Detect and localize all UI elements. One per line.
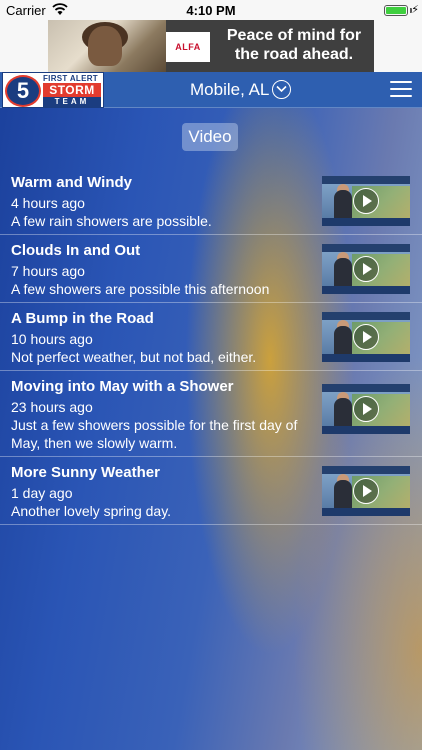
video-description: Just a few showers possible for the firs…: [11, 417, 298, 451]
video-title: Clouds In and Out: [11, 242, 141, 259]
charging-bolt-icon: ⚡: [411, 4, 419, 16]
play-icon[interactable]: [353, 256, 379, 282]
video-thumbnail[interactable]: [322, 312, 410, 362]
play-icon[interactable]: [353, 478, 379, 504]
station-logo[interactable]: 5 FIRST ALERT STORM TEAM: [2, 72, 104, 108]
logo-storm: STORM: [43, 83, 101, 97]
video-title: Warm and Windy: [11, 174, 132, 191]
video-list-item[interactable]: Warm and Windy 4 hours ago A few rain sh…: [0, 166, 422, 235]
video-title: Moving into May with a Shower: [11, 378, 234, 395]
ad-banner[interactable]: ALFA Peace of mind for the road ahead.: [48, 20, 374, 72]
status-bar: Carrier 4:10 PM ⚡: [0, 0, 422, 20]
location-label[interactable]: Mobile, AL: [190, 80, 269, 100]
play-icon[interactable]: [353, 396, 379, 422]
status-time: 4:10 PM: [186, 3, 236, 18]
video-age: 23 hours ago: [11, 399, 93, 415]
logo-team: TEAM: [43, 97, 101, 107]
ad-brand-logo: ALFA: [166, 32, 210, 62]
ad-tagline: Peace of mind for the road ahead.: [226, 27, 362, 63]
video-thumbnail[interactable]: [322, 176, 410, 226]
logo-number: 5: [5, 75, 41, 107]
play-icon[interactable]: [353, 188, 379, 214]
app-header: 5 FIRST ALERT STORM TEAM Mobile, AL: [0, 72, 422, 108]
hamburger-menu-icon[interactable]: [390, 81, 412, 99]
battery-icon: [384, 5, 408, 16]
video-title: A Bump in the Road: [11, 310, 154, 327]
video-age: 10 hours ago: [11, 331, 93, 347]
chevron-down-icon[interactable]: [272, 80, 291, 99]
video-description: A few rain showers are possible.: [11, 213, 212, 229]
video-description: Another lovely spring day.: [11, 503, 172, 519]
play-icon[interactable]: [353, 324, 379, 350]
video-list-item[interactable]: More Sunny Weather 1 day ago Another lov…: [0, 457, 422, 525]
section-tab-video[interactable]: Video: [182, 123, 238, 151]
ad-photo: [48, 20, 166, 72]
video-thumbnail[interactable]: [322, 466, 410, 516]
logo-first-alert: FIRST ALERT: [43, 74, 98, 83]
video-age: 4 hours ago: [11, 195, 85, 211]
video-list-item[interactable]: Moving into May with a Shower 23 hours a…: [0, 371, 422, 457]
video-thumbnail[interactable]: [322, 384, 410, 434]
video-title: More Sunny Weather: [11, 464, 160, 481]
video-list-item[interactable]: A Bump in the Road 10 hours ago Not perf…: [0, 303, 422, 371]
video-thumbnail[interactable]: [322, 244, 410, 294]
video-list-item[interactable]: Clouds In and Out 7 hours ago A few show…: [0, 235, 422, 303]
video-age: 7 hours ago: [11, 263, 85, 279]
video-description: A few showers are possible this afternoo…: [11, 281, 270, 297]
video-description: Not perfect weather, but not bad, either…: [11, 349, 257, 365]
video-list: Warm and Windy 4 hours ago A few rain sh…: [0, 166, 422, 525]
video-age: 1 day ago: [11, 485, 73, 501]
